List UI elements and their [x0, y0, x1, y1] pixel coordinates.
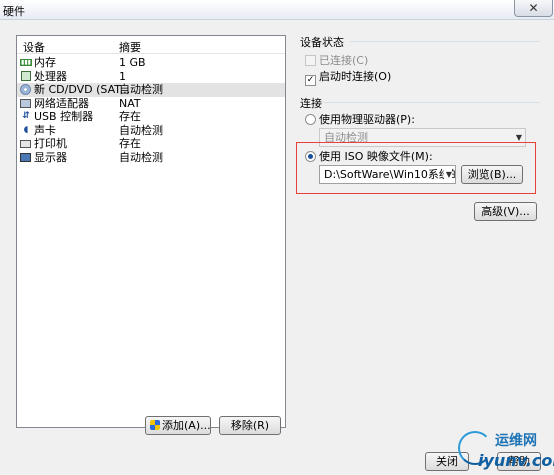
device-summary: 存在	[119, 110, 141, 123]
connected-label: 已连接(C)	[319, 54, 369, 67]
connect-on-power-label: 启动时连接(O)	[319, 70, 392, 83]
device-row-usb-controller[interactable]: ⇵ USB 控制器 存在	[17, 110, 285, 124]
close-icon: ✕	[528, 1, 539, 15]
iso-path-value: D:\SoftWare\Win10系统的镜	[324, 168, 455, 181]
checkmark-icon: ✓	[305, 75, 316, 86]
usb-icon: ⇵	[22, 111, 30, 121]
sound-card-icon: ◖	[23, 124, 29, 135]
device-summary: 存在	[119, 137, 141, 150]
device-row-printer[interactable]: 打印机 存在	[17, 137, 285, 151]
display-icon	[20, 152, 31, 162]
iso-path-select[interactable]: D:\SoftWare\Win10系统的镜 ▼	[319, 165, 456, 184]
device-name: 内存	[34, 56, 56, 69]
device-status-divider	[350, 41, 540, 42]
physical-drive-radio[interactable]: 使用物理驱动器(P):	[305, 111, 415, 127]
add-button[interactable]: 添加(A)...	[145, 416, 211, 435]
device-name: 新 CD/DVD (SAT...	[34, 83, 131, 96]
watermark-text-zh: 运维网	[495, 433, 537, 449]
iso-image-radio[interactable]: 使用 ISO 映像文件(M):	[305, 148, 433, 164]
chevron-down-icon: ▼	[443, 166, 452, 183]
device-row-display[interactable]: 显示器 自动检测	[17, 151, 285, 165]
iso-image-label: 使用 ISO 映像文件(M):	[319, 150, 433, 163]
device-summary: NAT	[119, 96, 141, 110]
device-list[interactable]: 设备 摘要 ▮▮▮ 内存 1 GB 处理器 1 新 CD/DVD (SAT...…	[16, 35, 286, 428]
list-header: 设备 摘要	[17, 36, 285, 54]
radio-on-icon	[305, 151, 316, 162]
device-rows: ▮▮▮ 内存 1 GB 处理器 1 新 CD/DVD (SAT... 自动检测 …	[17, 56, 285, 164]
device-row-network-adapter[interactable]: 网络适配器 NAT	[17, 97, 285, 111]
device-name: 显示器	[34, 150, 67, 164]
connect-on-power-checkbox[interactable]: ✓ 启动时连接(O)	[305, 68, 391, 86]
device-name: 网络适配器	[34, 96, 89, 110]
device-summary: 1 GB	[119, 56, 146, 69]
watermark-logo: 运维网 iyunv.com	[450, 427, 554, 475]
printer-icon	[20, 140, 31, 148]
network-adapter-icon	[20, 98, 31, 108]
device-row-processor[interactable]: 处理器 1	[17, 70, 285, 84]
connection-divider	[323, 102, 540, 103]
device-name: USB 控制器	[34, 110, 94, 123]
processor-icon	[21, 70, 31, 81]
remove-button[interactable]: 移除(R)	[219, 416, 281, 435]
browse-button[interactable]: 浏览(B)...	[461, 165, 523, 184]
device-name: 处理器	[34, 69, 67, 83]
radio-off-icon	[305, 114, 316, 125]
shield-icon	[150, 420, 160, 430]
memory-icon: ▮▮▮	[20, 59, 32, 66]
device-summary: 1	[119, 69, 126, 83]
add-button-label: 添加(A)...	[162, 419, 211, 432]
device-summary: 自动检测	[119, 83, 163, 96]
device-row-cd-dvd[interactable]: 新 CD/DVD (SAT... 自动检测	[17, 83, 285, 97]
physical-drive-label: 使用物理驱动器(P):	[319, 113, 415, 126]
hardware-dialog-body: 设备 摘要 ▮▮▮ 内存 1 GB 处理器 1 新 CD/DVD (SAT...…	[0, 20, 554, 475]
device-row-sound-card[interactable]: ◖ 声卡 自动检测	[17, 124, 285, 138]
connection-label: 连接	[300, 97, 322, 110]
column-header-device[interactable]: 设备	[23, 39, 45, 55]
device-row-memory[interactable]: ▮▮▮ 内存 1 GB	[17, 56, 285, 70]
device-name: 声卡	[34, 123, 56, 137]
title-bar: 硬件 ✕	[0, 0, 554, 20]
cd-dvd-icon	[20, 84, 31, 95]
watermark-text-en: iyunv.com	[478, 451, 554, 470]
checkbox-box	[305, 55, 316, 66]
device-summary: 自动检测	[119, 150, 163, 164]
connected-checkbox[interactable]: 已连接(C)	[305, 52, 368, 68]
device-status-label: 设备状态	[300, 36, 344, 49]
column-header-summary[interactable]: 摘要	[119, 39, 141, 55]
device-name: 打印机	[34, 137, 67, 150]
advanced-button[interactable]: 高级(V)...	[474, 202, 537, 221]
window-close-button[interactable]: ✕	[514, 0, 553, 17]
device-summary: 自动检测	[119, 123, 163, 137]
window-title: 硬件	[3, 5, 25, 18]
